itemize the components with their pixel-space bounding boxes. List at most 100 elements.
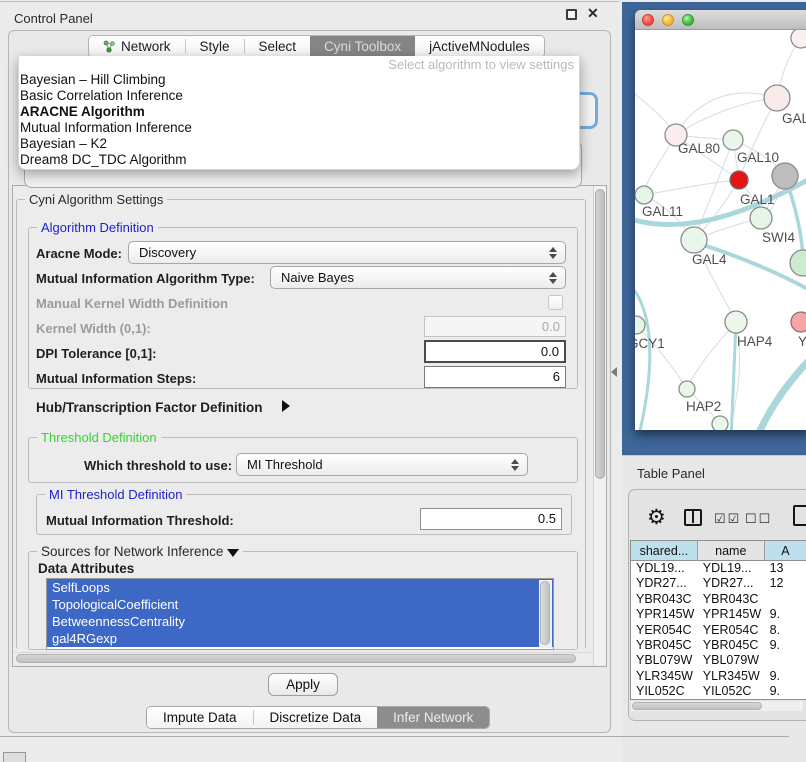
table-row[interactable]: YER054CYER054C8. bbox=[631, 623, 806, 638]
cell: YBR045C bbox=[698, 638, 765, 653]
network-node[interactable] bbox=[791, 30, 806, 48]
which-threshold-label: Which threshold to use: bbox=[84, 458, 232, 473]
tab-jactivemnodules[interactable]: jActiveMNodules bbox=[415, 36, 544, 57]
network-node[interactable] bbox=[679, 381, 695, 397]
node-label: GAL80 bbox=[678, 141, 720, 156]
scrollbar-thumb[interactable] bbox=[632, 702, 762, 710]
table-row[interactable]: YBL079WYBL079W bbox=[631, 653, 806, 668]
cell: YPR145W bbox=[698, 607, 765, 622]
select-all-checks-icon[interactable]: ☑☑ bbox=[714, 511, 741, 527]
network-node[interactable] bbox=[723, 130, 743, 150]
list-item[interactable]: TopologicalCoefficient bbox=[47, 596, 553, 613]
tab-select[interactable]: Select bbox=[245, 36, 311, 57]
network-node[interactable] bbox=[635, 316, 645, 334]
network-node-red[interactable] bbox=[730, 171, 748, 189]
manual-kernel-width-checkbox[interactable] bbox=[548, 295, 563, 310]
cell: YBL079W bbox=[698, 653, 765, 668]
tab-discretize-data[interactable]: Discretize Data bbox=[254, 707, 378, 728]
network-node-gray[interactable] bbox=[772, 163, 798, 189]
mi-threshold-field[interactable]: 0.5 bbox=[420, 508, 562, 530]
network-window-titlebar[interactable] bbox=[635, 10, 806, 30]
cell: YER054C bbox=[631, 623, 698, 638]
tab-infer-network[interactable]: Infer Network bbox=[377, 707, 489, 728]
collapse-icon bbox=[227, 549, 239, 557]
data-attributes-label: Data Attributes bbox=[38, 561, 134, 576]
network-node[interactable] bbox=[681, 227, 707, 253]
aracne-mode-select[interactable]: Discovery bbox=[128, 241, 566, 264]
table-row[interactable]: YLR345WYLR345W9. bbox=[631, 669, 806, 684]
deselect-all-checks-icon[interactable]: ☐☐ bbox=[745, 511, 772, 527]
close-window-icon[interactable] bbox=[642, 14, 654, 26]
network-node[interactable] bbox=[764, 85, 790, 111]
algorithm-option-selected[interactable]: ARACNE Algorithm bbox=[20, 104, 145, 120]
algorithm-option[interactable]: Dream8 DC_TDC Algorithm bbox=[20, 152, 187, 168]
sources-title[interactable]: Sources for Network Inference bbox=[37, 544, 243, 559]
algorithm-option[interactable]: Mutual Information Inference bbox=[20, 120, 192, 136]
cell: YBR043C bbox=[698, 592, 765, 607]
network-node[interactable] bbox=[635, 186, 653, 204]
network-node[interactable] bbox=[790, 250, 806, 276]
splitter-collapse-icon[interactable] bbox=[611, 367, 617, 377]
data-attributes-list: SelfLoops TopologicalCoefficient Between… bbox=[46, 578, 554, 650]
tab-style-label: Style bbox=[200, 39, 230, 54]
minimize-window-icon[interactable] bbox=[662, 14, 674, 26]
scrollbar-thumb[interactable] bbox=[540, 581, 550, 645]
kernel-width-field[interactable]: 0.0 bbox=[424, 316, 566, 337]
node-label: HAP2 bbox=[686, 399, 721, 414]
settings-horizontal-scrollbar[interactable] bbox=[14, 652, 592, 664]
tab-cyni-toolbox[interactable]: Cyni Toolbox bbox=[310, 36, 415, 57]
scrollbar-thumb[interactable] bbox=[16, 654, 576, 663]
mi-algorithm-type-label: Mutual Information Algorithm Type: bbox=[36, 271, 255, 286]
float-panel-icon[interactable] bbox=[566, 9, 577, 20]
table-row[interactable]: YBR043CYBR043C bbox=[631, 592, 806, 607]
cell: YIL052C bbox=[698, 684, 765, 699]
dpi-tolerance-field[interactable]: 0.0 bbox=[424, 340, 566, 363]
algorithm-dropdown-popup: Select algorithm to view settings Bayesi… bbox=[18, 56, 580, 170]
which-threshold-select[interactable]: MI Threshold bbox=[236, 453, 528, 476]
table-row[interactable]: YDL19...YDL19...13 bbox=[631, 561, 806, 576]
list-scrollbar[interactable] bbox=[539, 580, 552, 648]
network-canvas[interactable]: GAL GAL80 GAL10 GAL1 GAL11 SWI4 GAL4 GCY… bbox=[635, 30, 806, 430]
combo-arrows-icon bbox=[511, 454, 519, 475]
list-item[interactable]: gal4RGexp bbox=[47, 630, 553, 647]
table-horizontal-scrollbar[interactable] bbox=[631, 701, 803, 711]
algorithm-option[interactable]: Bayesian – Hill Climbing bbox=[20, 72, 166, 88]
algorithm-option[interactable]: Bayesian – K2 bbox=[20, 136, 107, 152]
network-node[interactable] bbox=[725, 311, 747, 333]
column-header-name[interactable]: name bbox=[698, 541, 765, 560]
table-row[interactable]: YBR045CYBR045C9. bbox=[631, 638, 806, 653]
hub-definition-label: Hub/Transcription Factor Definition bbox=[36, 400, 263, 415]
scrollbar-thumb[interactable] bbox=[595, 189, 605, 479]
column-header-shared-name[interactable]: shared... bbox=[631, 541, 698, 560]
settings-vertical-scrollbar[interactable] bbox=[593, 186, 606, 665]
gear-icon[interactable]: ⚙ bbox=[647, 505, 666, 530]
table-row[interactable]: YPR145WYPR145W9. bbox=[631, 607, 806, 622]
network-node[interactable] bbox=[750, 207, 772, 229]
manual-kernel-width-label: Manual Kernel Width Definition bbox=[36, 296, 228, 311]
kernel-width-label: Kernel Width (0,1): bbox=[36, 321, 151, 336]
tab-style[interactable]: Style bbox=[186, 36, 244, 57]
tab-impute-data[interactable]: Impute Data bbox=[147, 707, 253, 728]
bottom-corner-button-partial[interactable] bbox=[3, 752, 26, 762]
mi-steps-field[interactable]: 6 bbox=[424, 366, 566, 388]
tab-impute-label: Impute Data bbox=[163, 710, 237, 725]
table-row[interactable]: YIL052CYIL052C9. bbox=[631, 684, 806, 699]
list-item[interactable]: SelfLoops bbox=[47, 579, 553, 596]
cell: 9. bbox=[765, 669, 806, 684]
zoom-window-icon[interactable] bbox=[682, 14, 694, 26]
hub-expander-icon[interactable] bbox=[282, 400, 290, 412]
dpi-tolerance-label: DPI Tolerance [0,1]: bbox=[36, 346, 156, 361]
column-header-partial[interactable]: A bbox=[765, 541, 806, 560]
columns-icon[interactable] bbox=[684, 509, 702, 526]
network-node[interactable] bbox=[712, 416, 728, 430]
close-icon[interactable]: ✕ bbox=[587, 5, 599, 22]
apply-button[interactable]: Apply bbox=[268, 673, 338, 696]
algorithm-option[interactable]: Basic Correlation Inference bbox=[20, 88, 183, 104]
node-label: SWI4 bbox=[762, 230, 795, 245]
export-table-icon[interactable] bbox=[793, 505, 806, 526]
tab-network[interactable]: Network bbox=[89, 36, 185, 57]
table-row[interactable]: YDR27...YDR27...12 bbox=[631, 576, 806, 591]
list-item[interactable]: BetweennessCentrality bbox=[47, 613, 553, 630]
mi-algorithm-type-select[interactable]: Naive Bayes bbox=[270, 266, 566, 289]
network-node-pink[interactable] bbox=[791, 312, 806, 332]
